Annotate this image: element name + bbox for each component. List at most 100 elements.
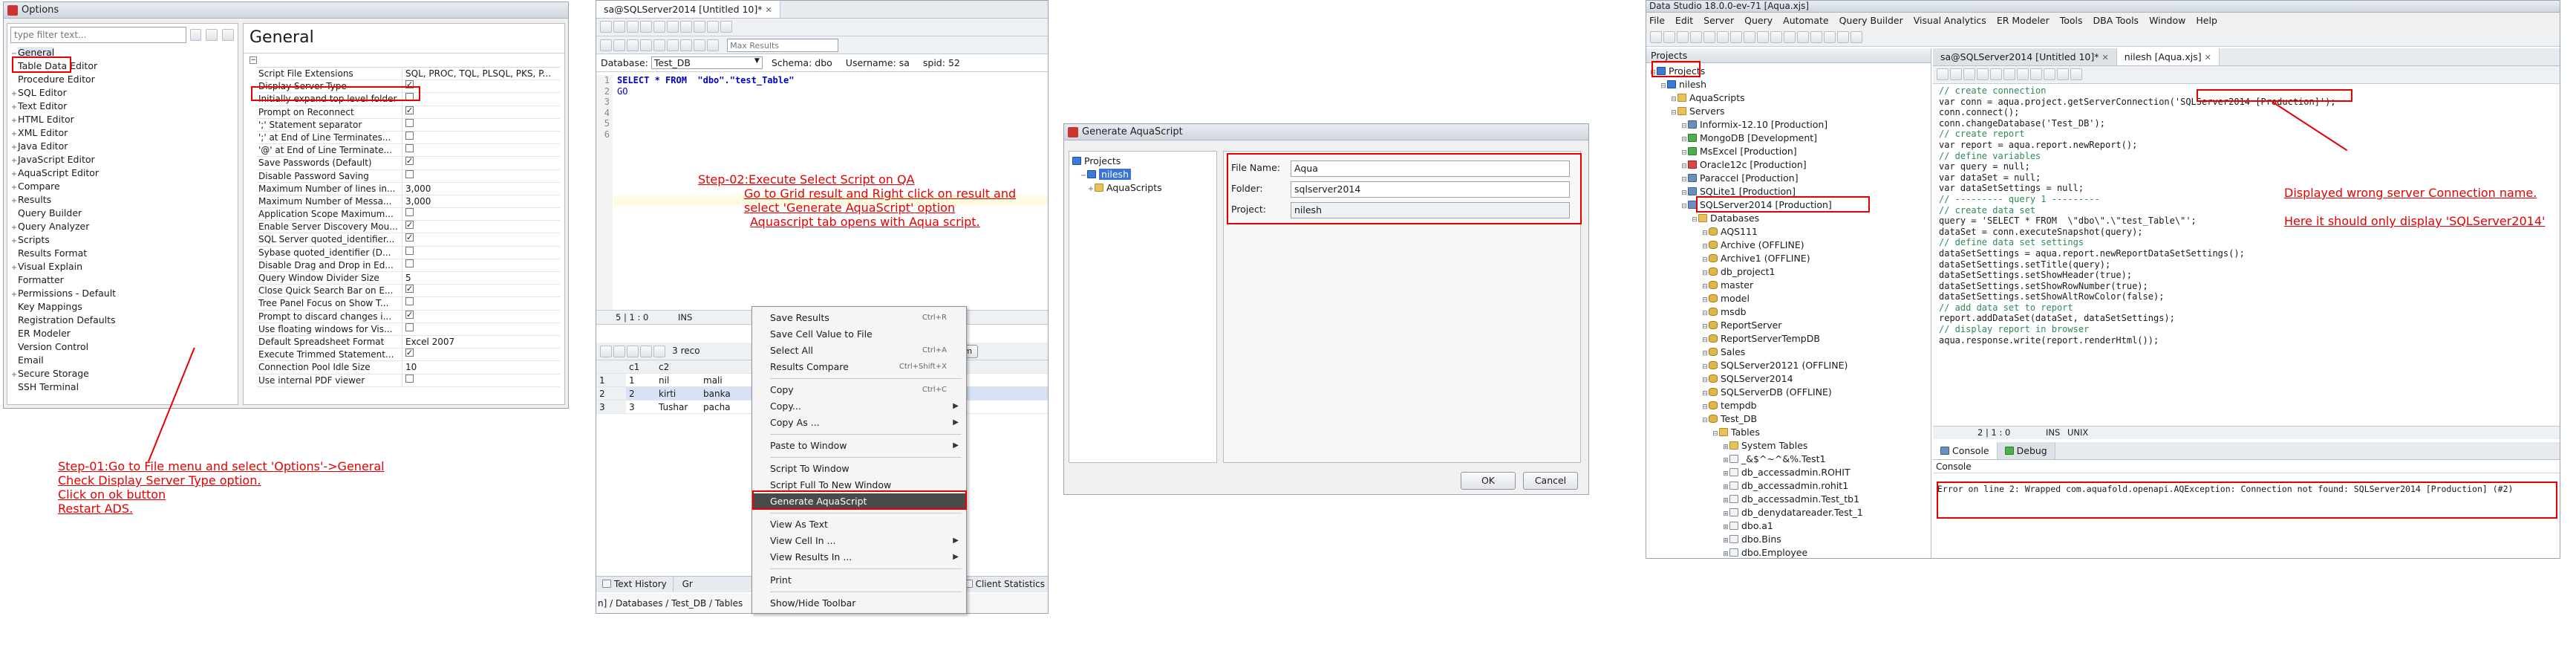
options-tree-item[interactable]: +SQL Editor: [10, 86, 238, 100]
projects-tree-item[interactable]: ⊟ db_project1: [1649, 265, 1931, 279]
projects-tree-item[interactable]: ⊞ dbo.a1: [1649, 519, 1931, 533]
setting-row[interactable]: Prompt on Reconnect: [257, 106, 560, 119]
setting-row[interactable]: Query Window Divider Size 5: [257, 272, 560, 285]
expand-toggle-icon[interactable]: ⊟: [1712, 427, 1719, 439]
expand-toggle-icon[interactable]: +: [10, 114, 18, 126]
expand-toggle-icon[interactable]: +: [10, 181, 18, 193]
setting-row[interactable]: Close Quick Search Bar on E...: [257, 285, 560, 298]
script-line[interactable]: report.addDataSet(dataSet, dataSetSettin…: [1939, 313, 2560, 324]
setting-row[interactable]: Prompt to discard changes i...: [257, 310, 560, 323]
setting-value[interactable]: [402, 118, 551, 131]
projects-tree-item[interactable]: ⊟ MongoDB [Development]: [1649, 132, 1931, 145]
expand-toggle-icon[interactable]: ⊟: [1660, 80, 1667, 91]
setting-checkbox[interactable]: [405, 157, 414, 166]
schema-compare-icon[interactable]: [1797, 31, 1809, 43]
options-tree-item[interactable]: +Query Analyzer: [10, 220, 238, 233]
setting-checkbox[interactable]: [405, 118, 414, 127]
comment-icon[interactable]: [694, 21, 705, 33]
max-results-input[interactable]: [727, 39, 839, 52]
setting-value[interactable]: [402, 374, 551, 386]
tab-client-statistics[interactable]: Client Statistics: [963, 577, 1045, 592]
options-tree-item[interactable]: +Scripts: [10, 233, 238, 247]
context-menu-item[interactable]: Paste to Window ▶: [752, 438, 966, 454]
setting-row[interactable]: Disable Password Saving: [257, 169, 560, 183]
setting-value[interactable]: [402, 208, 551, 220]
section-collapse-icon[interactable]: −: [250, 56, 257, 64]
expand-toggle-icon[interactable]: +: [10, 369, 18, 380]
expand-toggle-icon[interactable]: ⊟: [1680, 133, 1688, 145]
filter-input[interactable]: [10, 27, 186, 43]
run-current-icon[interactable]: [613, 39, 625, 51]
projects-tree-item[interactable]: ⊞ dbo.Employee: [1649, 546, 1931, 558]
expand-toggle-icon[interactable]: +: [10, 195, 18, 207]
expand-toggle-icon[interactable]: ⊟: [1701, 414, 1709, 426]
close-icon[interactable]: ✕: [766, 5, 772, 15]
setting-row[interactable]: Connection Pool Idle Size 10: [257, 361, 560, 375]
menu-item[interactable]: Query Builder: [1839, 15, 1903, 26]
projects-tree-item[interactable]: ⊟ SQLServer2014: [1649, 372, 1931, 386]
undo-icon[interactable]: [653, 21, 665, 33]
setting-value[interactable]: [402, 144, 551, 156]
expand-toggle-icon[interactable]: +: [10, 155, 18, 166]
execute-icon[interactable]: [600, 21, 612, 33]
projects-tree-item[interactable]: ⊞ db_denydatareader.Test_1: [1649, 506, 1931, 519]
setting-value[interactable]: [402, 131, 551, 143]
tree-nilesh[interactable]: − nilesh: [1072, 168, 1213, 181]
expand-toggle-icon[interactable]: ⊟: [1701, 374, 1709, 386]
setting-value[interactable]: [402, 297, 551, 309]
find-script-icon[interactable]: [2057, 68, 2069, 80]
save-script-icon[interactable]: [2030, 68, 2042, 80]
setting-value[interactable]: [402, 233, 551, 245]
grid-cell[interactable]: 2: [626, 387, 656, 400]
close-icon[interactable]: ✕: [2205, 53, 2211, 62]
projects-tree-item[interactable]: ⊞ dbo.Bins: [1649, 533, 1931, 546]
grid-cell[interactable]: 3: [596, 401, 626, 413]
setting-value[interactable]: 10: [402, 361, 551, 373]
sql-code[interactable]: SELECT * FROM "dbo"."test_Table" GO: [617, 75, 1048, 97]
setting-value[interactable]: [402, 221, 551, 233]
tab-grid[interactable]: Gr: [676, 577, 699, 592]
expand-toggle-icon[interactable]: ⊟: [1701, 360, 1709, 372]
setting-checkbox[interactable]: [405, 106, 414, 114]
setting-row[interactable]: Execute Trimmed Statement...: [257, 349, 560, 362]
menu-item[interactable]: Window: [2149, 15, 2185, 26]
expand-toggle-icon[interactable]: ⊟: [1701, 227, 1709, 239]
expand-toggle-icon[interactable]: ⊟: [1680, 173, 1688, 185]
expand-toggle-icon[interactable]: +: [10, 221, 18, 233]
context-menu-item[interactable]: View As Text: [752, 516, 966, 533]
grid-cell[interactable]: mali: [700, 374, 760, 386]
export-icon[interactable]: [613, 345, 625, 357]
projects-tree-item[interactable]: ⊟ Servers: [1649, 105, 1931, 118]
expand-toggle-icon[interactable]: ⊞: [1722, 454, 1729, 466]
expand-toggle-icon[interactable]: ⊟: [1691, 213, 1698, 225]
forward-icon[interactable]: [222, 29, 234, 41]
script-line[interactable]: dataSetSettings.setShowHeader(true);: [1939, 270, 2560, 281]
options-tree-item[interactable]: +Results: [10, 193, 238, 207]
options-tree-item[interactable]: Key Mappings: [10, 300, 238, 314]
import-icon[interactable]: [1824, 31, 1836, 43]
projects-tree-item[interactable]: ⊟ master: [1649, 279, 1931, 292]
expand-toggle-icon[interactable]: +: [10, 88, 18, 100]
setting-checkbox[interactable]: [405, 246, 414, 255]
context-menu-item[interactable]: Print: [752, 572, 966, 589]
script-line[interactable]: dataSetSettings.setShowRowNumber(true);: [1939, 281, 2560, 292]
projects-tree-item[interactable]: ⊞ System Tables: [1649, 439, 1931, 453]
options-tree-item[interactable]: +Java Editor: [10, 140, 238, 153]
setting-row[interactable]: Use internal PDF viewer: [257, 374, 560, 387]
projects-tree-item[interactable]: ⊟ AquaScripts: [1649, 91, 1931, 105]
er-icon[interactable]: [1770, 31, 1782, 43]
setting-row[interactable]: Default Spreadsheet Format Excel 2007: [257, 335, 560, 349]
expand-toggle-icon[interactable]: ⊟: [1701, 320, 1709, 332]
script-line[interactable]: // create report: [1939, 129, 2560, 140]
clear-filter-icon[interactable]: [189, 29, 202, 41]
expand-toggle-icon[interactable]: ⊞: [1722, 481, 1729, 493]
projects-tree-item[interactable]: ⊟ Archive (OFFLINE): [1649, 239, 1931, 252]
grid-cell[interactable]: 3: [626, 401, 656, 413]
save-icon[interactable]: [640, 21, 652, 33]
script-line[interactable]: // display report in browser: [1939, 324, 2560, 335]
expand-toggle-icon[interactable]: ⊟: [1701, 240, 1709, 252]
step-into-icon[interactable]: [1990, 68, 2002, 80]
stats-icon[interactable]: [707, 39, 719, 51]
terminal-icon[interactable]: [1851, 31, 1862, 43]
debug-icon[interactable]: [1950, 68, 1962, 80]
